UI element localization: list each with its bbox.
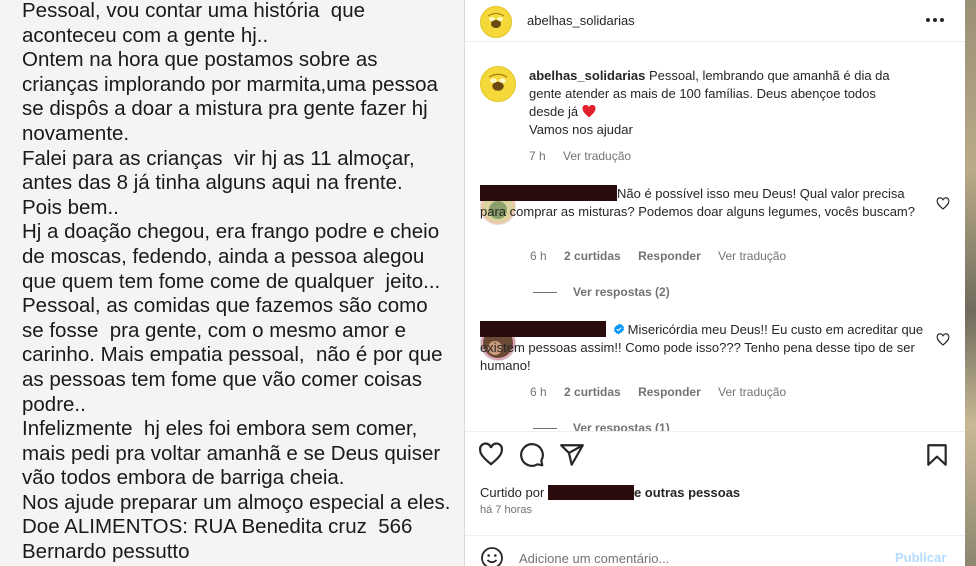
more-options-icon[interactable] — [921, 10, 949, 30]
comment-meta: 6 h 2 curtidas Responder Ver tradução — [530, 249, 800, 263]
post-image-line: vão todos embora de barriga cheia. — [22, 466, 345, 490]
heart-emoji — [582, 104, 596, 119]
comment-meta: 6 h 2 curtidas Responder Ver tradução — [530, 385, 800, 399]
comment-likes[interactable]: 2 curtidas — [564, 385, 621, 399]
post-image-line: antes das 8 já tinha alguns aqui na fren… — [22, 171, 403, 195]
action-bar — [465, 432, 965, 478]
emoji-icon[interactable] — [480, 546, 504, 566]
redacted-username — [547, 485, 634, 500]
comment-like-icon[interactable] — [936, 197, 950, 211]
profile-avatar[interactable] — [480, 6, 512, 38]
liked-by-others[interactable]: e outras pessoas — [634, 485, 740, 500]
post-image-line: aconteceu com a gente hj.. — [22, 23, 269, 47]
post-image-line: Pois bem.. — [22, 195, 119, 219]
caption-avatar[interactable] — [480, 66, 516, 102]
bookmark-icon[interactable] — [924, 442, 950, 468]
comment-like-icon[interactable] — [936, 333, 950, 347]
post-image-line: novamente. — [22, 121, 130, 145]
comment-input[interactable] — [519, 548, 899, 566]
comment-translate-link[interactable]: Ver tradução — [718, 385, 786, 399]
post-image-line: Pessoal, as comidas que fazemos são como — [22, 294, 428, 318]
comment-time: 6 h — [530, 249, 547, 263]
caption-time: 7 h — [529, 149, 546, 163]
comment-reply-button[interactable]: Responder — [638, 385, 701, 399]
caption-meta: 7 h Ver tradução — [529, 147, 909, 165]
post-image-line: carinho. Mais empatia pessoal, não é por… — [22, 343, 443, 367]
view-replies-label: Ver respostas (1) — [573, 421, 670, 432]
comment-translate-link[interactable]: Ver tradução — [718, 249, 786, 263]
post-image-line: as pessoas tem fome que vão comer coisas — [22, 367, 422, 391]
redacted-username — [480, 321, 606, 337]
caption-username[interactable]: abelhas_solidarias — [529, 68, 645, 83]
post-image-line: crianças implorando por marmita,uma pess… — [22, 72, 438, 96]
heart-icon[interactable] — [478, 442, 504, 468]
post-image-line: mais pedi pra voltar amanhã e se Deus qu… — [22, 441, 441, 465]
post-image-line: Bernardo pessutto — [22, 540, 190, 564]
comment-reply-button[interactable]: Responder — [638, 249, 701, 263]
post-image-line: Doe ALIMENTOS: RUA Benedita cruz 566 — [22, 515, 413, 539]
view-replies-button[interactable]: Ver respostas (1) — [533, 421, 670, 432]
post-image-text: Pessoal, vou contar uma história que acon… — [22, 0, 462, 565]
comment-likes[interactable]: 2 curtidas — [564, 249, 621, 263]
post-image-line: Hj a doação chegou, era frango podre e c… — [22, 220, 440, 244]
liked-by: Curtido por e outras pessoas — [480, 485, 740, 500]
post-image-line: Pessoal, vou contar uma história que — [22, 0, 365, 22]
caption-translate-link[interactable]: Ver tradução — [563, 149, 631, 163]
comment-icon[interactable] — [519, 442, 545, 468]
background-photo-edge — [965, 0, 976, 566]
post-image-line: se fosse pra gente, com o mesmo amor e — [22, 318, 406, 342]
post-image-line: se dispôs a doar a mistura pra gente faz… — [22, 97, 428, 121]
publish-button[interactable]: Publicar — [895, 550, 946, 565]
verified-badge-icon — [613, 323, 624, 335]
view-replies-button[interactable]: Ver respostas (2) — [533, 285, 670, 299]
comment-body: Misericórdia meu Deus!! Eu custo em acre… — [480, 321, 924, 375]
post-image-line: que quem tem fome come de qualquer jeito… — [22, 269, 441, 293]
header-username[interactable]: abelhas_solidarias — [527, 13, 635, 28]
post-panel: abelhas_solidarias abelhas_solidarias Pe… — [465, 0, 965, 566]
post-image-line: de moscas, fedendo, ainda a pessoa alego… — [22, 244, 425, 268]
view-replies-label: Ver respostas (2) — [573, 285, 670, 299]
comments-area[interactable]: abelhas_solidarias Pessoal, lembrando qu… — [465, 42, 965, 432]
post-image-line: Ontem na hora que postamos sobre as — [22, 48, 378, 72]
caption-body: abelhas_solidarias Pessoal, lembrando qu… — [529, 67, 909, 165]
post-timestamp: há 7 horas — [480, 504, 532, 516]
post-image-line: Nos ajude preparar um almoço especial a … — [22, 490, 451, 514]
post-header: abelhas_solidarias — [465, 0, 965, 42]
comment-time: 6 h — [530, 385, 547, 399]
post-image: Pessoal, vou contar uma história que acon… — [0, 0, 464, 566]
post-image-line: Falei para as crianças vir hj as 11 almo… — [22, 146, 415, 170]
add-comment-bar: Publicar — [465, 535, 965, 566]
comment-body: Não é possível isso meu Deus! Qual valor… — [480, 185, 924, 221]
post-image-line: Infelizmente hj eles foi embora sem come… — [22, 417, 418, 441]
caption-text2: Vamos nos ajudar — [529, 122, 633, 137]
post-image-line: podre.. — [22, 392, 86, 416]
send-icon[interactable] — [559, 442, 585, 468]
redacted-username — [480, 185, 617, 201]
liked-by-prefix: Curtido por — [480, 485, 545, 500]
